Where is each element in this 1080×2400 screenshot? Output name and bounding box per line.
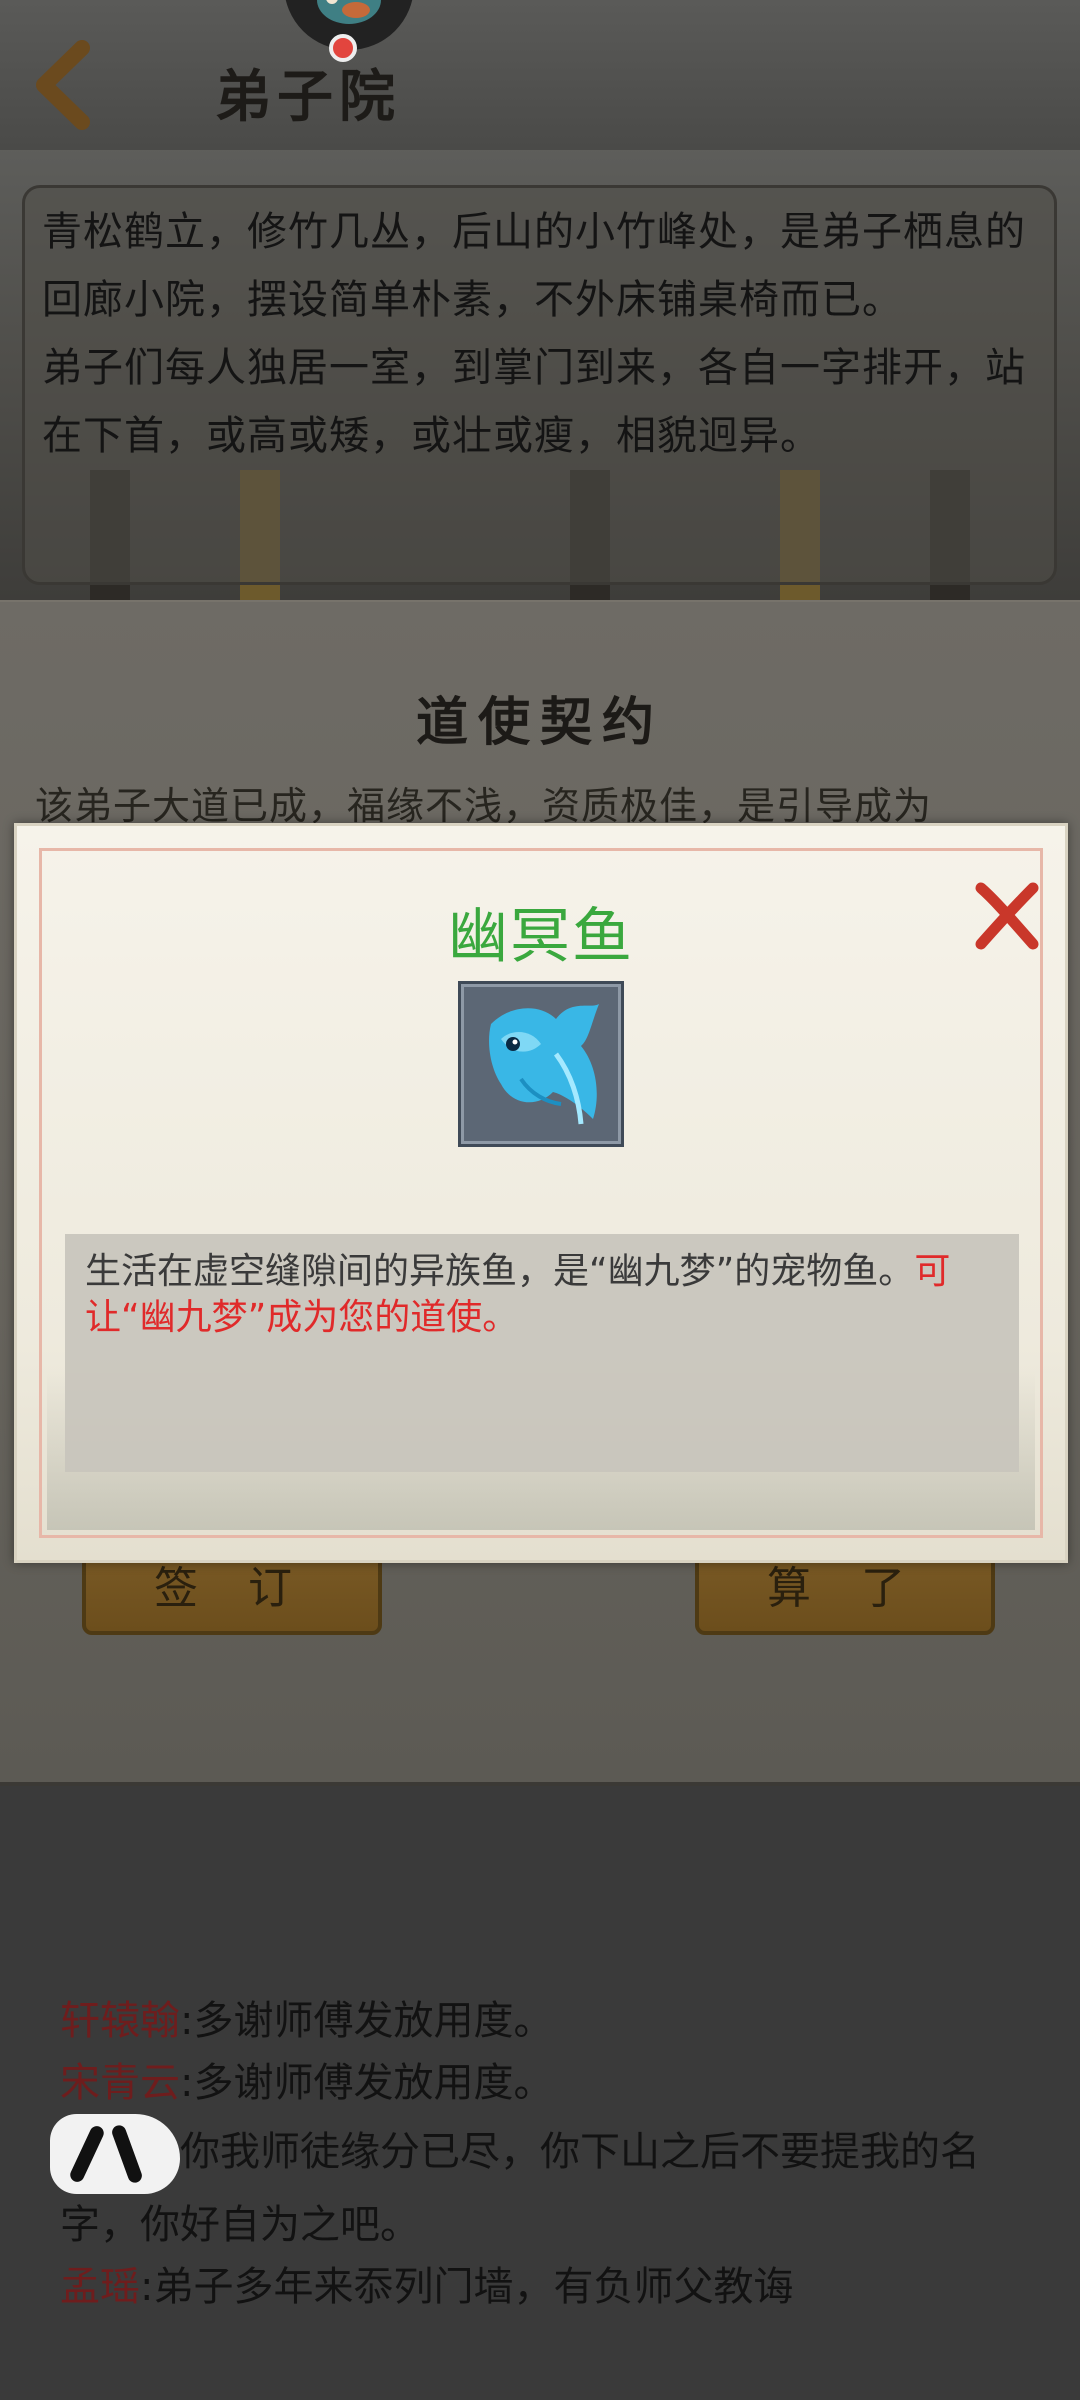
back-arrow-icon[interactable] [30, 40, 100, 130]
description-paragraph: 青松鹤立，修竹几丛，后山的小竹峰处，是弟子栖息的回廊小院，摆设简单朴素，不外床铺… [42, 209, 1026, 323]
blue-fish-icon [489, 1004, 599, 1125]
chat-line: 你我师徒缘分已尽，你下山之后不要提我的名字，你好自为之吧。 [50, 2114, 1040, 2256]
chat-speaker[interactable]: 宋青云 [60, 2060, 180, 2106]
description-text: 青松鹤立，修竹几丛，后山的小竹峰处，是弟子栖息的回廊小院，摆设简单朴素，不外床铺… [42, 198, 1042, 470]
chat-message: :多谢师傅发放用度。 [180, 1998, 554, 2044]
close-icon[interactable] [967, 876, 1047, 956]
description-paragraph: 弟子们每人独居一室，到掌门到来，各自一字排开，站在下首，或高或矮，或壮或瘦，相貌… [42, 345, 1026, 459]
item-info-modal: 幽冥鱼 生活在虚空缝隙间的异族鱼，是“幽九梦”的宠物鱼。可让“幽九梦”成为您的道… [14, 823, 1068, 1563]
notification-dot [329, 34, 357, 62]
chat-speaker[interactable]: 孟瑶 [60, 2264, 140, 2310]
contract-text: 该弟子大道已成，福缘不浅，资质极佳，是引导成为 [35, 784, 933, 828]
modal-title: 幽冥鱼 [448, 902, 634, 972]
item-description: 生活在虚空缝隙间的异族鱼，是“幽九梦”的宠物鱼。可让“幽九梦”成为您的道使。 [85, 1249, 1005, 1341]
page-title: 弟子院 [215, 64, 401, 130]
item-description-text: 生活在虚空缝隙间的异族鱼，是“幽九梦”的宠物鱼。 [85, 1251, 915, 1292]
item-icon-frame [458, 981, 624, 1147]
chat-line: 孟瑶:弟子多年来忝列门墙，有负师父教诲 [60, 2256, 1040, 2318]
chat-message: :多谢师傅发放用度。 [180, 2060, 554, 2106]
chat-speaker[interactable]: 轩辕翰 [60, 1998, 180, 2044]
redacted-name [50, 2114, 180, 2194]
chat-message: 你我师徒缘分已尽，你下山之后不要提我的名字，你好自为之吧。 [60, 2129, 980, 2248]
chat-line: 轩辕翰:多谢师傅发放用度。 [60, 1990, 1040, 2052]
top-bar [0, 0, 1080, 150]
contract-title: 道使契约 [415, 692, 664, 753]
chat-line: 宋青云:多谢师傅发放用度。 [60, 2052, 1040, 2114]
chat-log: 轩辕翰:多谢师傅发放用度。 宋青云:多谢师傅发放用度。 你我师徒缘分已尽，你下山… [50, 1990, 1040, 2318]
chat-message: :弟子多年来忝列门墙，有负师父教诲 [140, 2264, 794, 2310]
